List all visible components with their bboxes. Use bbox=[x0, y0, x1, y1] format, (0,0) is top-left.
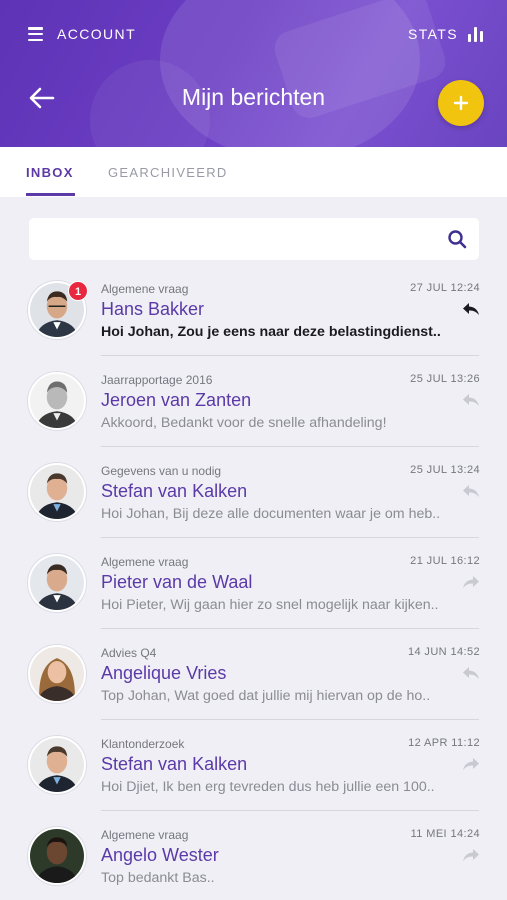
reply-icon[interactable] bbox=[462, 393, 480, 407]
message-item[interactable]: Advies Q4 14 JUN 14:52 Angelique Vries T… bbox=[0, 630, 507, 720]
divider bbox=[101, 355, 479, 356]
message-date: 12 APR 11:12 bbox=[408, 737, 480, 749]
avatar bbox=[28, 645, 86, 703]
message-date: 11 MEI 14:24 bbox=[410, 828, 480, 840]
message-sender: Hans Bakker bbox=[101, 299, 205, 319]
tab-archived[interactable]: GEARCHIVEERD bbox=[108, 165, 228, 180]
message-preview: Hoi Djiet, Ik ben erg tevreden dus heb j… bbox=[101, 779, 435, 795]
forward-icon[interactable] bbox=[462, 757, 480, 771]
hamburger-menu-icon bbox=[28, 27, 43, 41]
message-preview: Hoi Pieter, Wij gaan hier zo snel mogeli… bbox=[101, 597, 439, 613]
stats-label: STATS bbox=[407, 26, 458, 42]
message-date: 25 JUL 13:26 bbox=[410, 373, 480, 385]
forward-icon[interactable] bbox=[462, 575, 480, 589]
message-item[interactable]: Algemene vraag 21 JUL 16:12 Pieter van d… bbox=[0, 539, 507, 629]
message-sender: Angelo Wester bbox=[101, 845, 219, 865]
divider bbox=[101, 719, 479, 720]
message-sender: Stefan van Kalken bbox=[101, 481, 248, 501]
divider bbox=[101, 537, 479, 538]
avatar bbox=[28, 736, 86, 794]
message-date: 25 JUL 13:24 bbox=[410, 464, 480, 476]
avatar bbox=[28, 554, 86, 612]
message-item[interactable]: Algemene vraag 11 MEI 14:24 Angelo Weste… bbox=[0, 812, 507, 900]
avatar bbox=[28, 827, 86, 885]
account-label: ACCOUNT bbox=[57, 26, 137, 42]
message-item[interactable]: 1 Algemene vraag 27 JUL 12:24 Hans Bakke… bbox=[0, 266, 507, 356]
message-preview: Top bedankt Bas.. bbox=[101, 870, 215, 886]
tab-bar: INBOX GEARCHIVEERD bbox=[0, 147, 507, 197]
message-subject: Jaarrapportage 2016 bbox=[101, 373, 213, 387]
divider bbox=[101, 810, 479, 811]
avatar bbox=[28, 372, 86, 430]
message-sender: Jeroen van Zanten bbox=[101, 390, 252, 410]
bar-chart-icon bbox=[468, 26, 483, 42]
unread-count-badge: 1 bbox=[68, 281, 88, 301]
message-item[interactable]: Gegevens van u nodig 25 JUL 13:24 Stefan… bbox=[0, 448, 507, 538]
message-item[interactable]: Klantonderzoek 12 APR 11:12 Stefan van K… bbox=[0, 721, 507, 811]
plus-icon bbox=[453, 95, 469, 111]
message-subject: Klantonderzoek bbox=[101, 737, 185, 751]
forward-icon[interactable] bbox=[462, 848, 480, 862]
active-tab-indicator bbox=[26, 193, 75, 196]
message-sender: Pieter van de Waal bbox=[101, 572, 253, 592]
account-menu-button[interactable]: ACCOUNT bbox=[28, 26, 136, 42]
message-date: 14 JUN 14:52 bbox=[407, 646, 480, 658]
page-title: Mijn berichten bbox=[181, 84, 326, 110]
search-icon[interactable] bbox=[447, 229, 467, 249]
divider bbox=[101, 446, 479, 447]
app-header: ACCOUNT STATS Mijn berichten bbox=[0, 0, 507, 147]
message-subject: Advies Q4 bbox=[101, 646, 157, 660]
new-message-button[interactable] bbox=[438, 80, 484, 126]
message-preview: Hoi Johan, Zou je eens naar deze belasti… bbox=[101, 324, 441, 340]
message-item[interactable]: Jaarrapportage 2016 25 JUL 13:26 Jeroen … bbox=[0, 357, 507, 447]
message-subject: Algemene vraag bbox=[101, 555, 189, 569]
message-sender: Stefan van Kalken bbox=[101, 754, 248, 774]
message-sender: Angelique Vries bbox=[101, 663, 227, 683]
message-subject: Algemene vraag bbox=[101, 828, 189, 842]
stats-button[interactable]: STATS bbox=[408, 26, 483, 42]
message-subject: Algemene vraag bbox=[101, 282, 189, 296]
message-date: 21 JUL 16:12 bbox=[410, 555, 480, 567]
message-preview: Top Johan, Wat goed dat jullie mij hierv… bbox=[101, 688, 431, 704]
reply-icon[interactable] bbox=[462, 666, 480, 680]
message-preview: Hoi Johan, Bij deze alle documenten waar… bbox=[101, 506, 441, 522]
message-date: 27 JUL 12:24 bbox=[410, 282, 480, 294]
avatar bbox=[28, 463, 86, 521]
tab-inbox[interactable]: INBOX bbox=[26, 165, 74, 180]
reply-icon[interactable] bbox=[462, 302, 480, 316]
message-subject: Gegevens van u nodig bbox=[101, 464, 222, 478]
message-preview: Akkoord, Bedankt voor de snelle afhandel… bbox=[101, 415, 387, 431]
search-input[interactable] bbox=[29, 218, 479, 260]
reply-icon[interactable] bbox=[462, 484, 480, 498]
divider bbox=[101, 628, 479, 629]
